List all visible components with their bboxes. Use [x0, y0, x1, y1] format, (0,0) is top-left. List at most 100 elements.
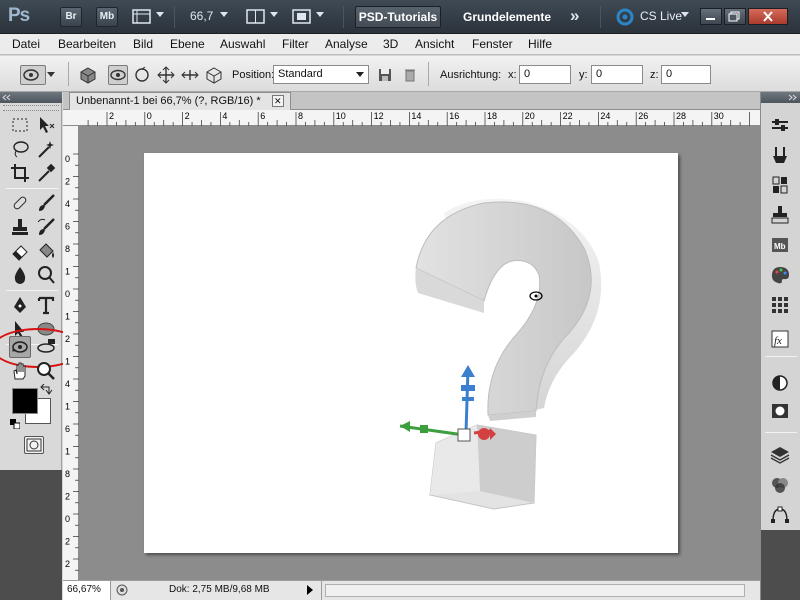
- properties-panel-icon[interactable]: [768, 114, 792, 136]
- ruler-label: 16: [449, 111, 459, 121]
- masks-panel-icon[interactable]: [768, 400, 792, 422]
- default-colors-icon[interactable]: [10, 418, 21, 430]
- toolbox-grip[interactable]: [3, 105, 59, 111]
- ruler-label: 2: [65, 537, 70, 547]
- mini-bridge-panel-icon[interactable]: Mb: [768, 234, 792, 256]
- document-canvas[interactable]: [144, 153, 678, 553]
- paint-bucket-tool-icon[interactable]: [35, 240, 57, 262]
- zoom-percentage-field[interactable]: 66,67%: [63, 581, 111, 600]
- eyedropper-tool-icon[interactable]: [35, 162, 57, 184]
- close-document-button[interactable]: ✕: [271, 95, 284, 107]
- workspace-grundelemente-button[interactable]: Grundelemente: [463, 10, 551, 24]
- vertical-ruler[interactable]: 0246810121416182022: [63, 126, 79, 580]
- paths-panel-icon[interactable]: [768, 504, 792, 526]
- document-tab[interactable]: Unbenannt-1 bei 66,7% (?, RGB/16) * ✕: [69, 92, 291, 110]
- rotate-3d-object-icon[interactable]: [108, 65, 128, 85]
- menu-3d[interactable]: 3D: [383, 37, 398, 51]
- slide-3d-object-icon[interactable]: [180, 65, 200, 85]
- dodge-tool-icon[interactable]: [35, 264, 57, 286]
- foreground-color-swatch[interactable]: [12, 388, 38, 414]
- zoom-level[interactable]: 66,7: [190, 9, 213, 23]
- tool-preset-picker[interactable]: [20, 65, 46, 85]
- cs-live-dropdown-icon[interactable]: [681, 12, 689, 17]
- menu-bearbeiten[interactable]: Bearbeiten: [58, 37, 116, 51]
- tool-preset-dropdown-icon[interactable]: [47, 72, 55, 77]
- menu-datei[interactable]: Datei: [12, 37, 40, 51]
- styles-panel-icon[interactable]: fx: [768, 328, 792, 350]
- menu-bild[interactable]: Bild: [133, 37, 153, 51]
- blur-tool-icon[interactable]: [9, 264, 31, 286]
- y-field[interactable]: 0: [591, 65, 643, 84]
- cs-live-button[interactable]: CS Live: [640, 9, 682, 23]
- clone-source-panel-icon[interactable]: [768, 204, 792, 226]
- menu-ansicht[interactable]: Ansicht: [415, 37, 454, 51]
- divider: [6, 290, 58, 291]
- preview-icon[interactable]: [115, 583, 129, 597]
- toolbox-header[interactable]: [0, 92, 62, 103]
- swatches-panel-icon[interactable]: [768, 294, 792, 316]
- ruler-label: 18: [487, 111, 497, 121]
- roll-3d-object-icon[interactable]: [132, 65, 152, 85]
- tool-presets-panel-icon[interactable]: [768, 144, 792, 166]
- z-field[interactable]: 0: [661, 65, 711, 84]
- lasso-tool-icon[interactable]: [9, 138, 31, 160]
- drag-3d-object-icon[interactable]: [156, 65, 176, 85]
- type-tool-icon[interactable]: [35, 294, 57, 316]
- launch-minibridge-button[interactable]: Mb: [96, 7, 118, 27]
- arrange-documents-icon[interactable]: [246, 8, 266, 25]
- launch-bridge-button[interactable]: Br: [60, 7, 82, 27]
- scale-3d-object-icon[interactable]: [204, 65, 224, 85]
- menu-fenster[interactable]: Fenster: [472, 37, 513, 51]
- brush-tool-icon[interactable]: [35, 192, 57, 214]
- hand-tool-icon[interactable]: [9, 360, 31, 382]
- move-tool-icon[interactable]: [35, 114, 57, 136]
- history-brush-tool-icon[interactable]: [35, 216, 57, 238]
- 3d-question-mark-artwork[interactable]: [144, 153, 678, 553]
- horizontal-scrollbar[interactable]: [325, 584, 745, 597]
- status-menu-arrow-icon[interactable]: [307, 585, 313, 595]
- zoom-dropdown-icon[interactable]: [220, 12, 228, 17]
- position-select[interactable]: Standard: [273, 65, 369, 84]
- save-position-icon[interactable]: [375, 65, 395, 85]
- minimize-window-button[interactable]: [700, 8, 722, 25]
- menu-filter[interactable]: Filter: [282, 37, 309, 51]
- delete-position-icon[interactable]: [400, 65, 420, 85]
- magic-wand-tool-icon[interactable]: [35, 138, 57, 160]
- crop-tool-icon[interactable]: [9, 162, 31, 184]
- quick-mask-button[interactable]: [24, 436, 44, 454]
- workspace-psd-tutorials-button[interactable]: PSD-Tutorials: [355, 6, 441, 28]
- menu-hilfe[interactable]: Hilfe: [528, 37, 552, 51]
- restore-window-button[interactable]: [724, 8, 746, 25]
- eraser-tool-icon[interactable]: [9, 240, 31, 262]
- swap-colors-icon[interactable]: [39, 383, 53, 396]
- horizontal-ruler[interactable]: 2 0 2 4 6 8 10 12 14 16 18 20 22 24 26 28 30: [63, 110, 760, 126]
- channels-panel-icon[interactable]: [768, 474, 792, 496]
- ruler-label: 0: [65, 289, 70, 299]
- close-window-button[interactable]: [748, 8, 788, 25]
- screen-mode-icon[interactable]: [292, 8, 312, 25]
- ruler-label: 6: [65, 424, 70, 434]
- clone-stamp-tool-icon[interactable]: [9, 216, 31, 238]
- adjustments-panel-icon[interactable]: [768, 372, 792, 394]
- pen-tool-icon[interactable]: [9, 294, 31, 316]
- layers-panel-icon[interactable]: [768, 444, 792, 466]
- menu-analyse[interactable]: Analyse: [325, 37, 368, 51]
- zoom-tool-icon[interactable]: [35, 360, 57, 382]
- x-field[interactable]: 0: [519, 65, 571, 84]
- screen-mode-dropdown-icon[interactable]: [316, 12, 324, 17]
- document-tab-title: Unbenannt-1 bei 66,7% (?, RGB/16) *: [76, 95, 261, 107]
- return-to-initial-position-icon[interactable]: [78, 65, 98, 85]
- menu-ebene[interactable]: Ebene: [170, 37, 205, 51]
- view-extras-dropdown-icon[interactable]: [156, 12, 164, 17]
- document-tab-bar: Unbenannt-1 bei 66,7% (?, RGB/16) * ✕: [63, 92, 760, 110]
- marquee-tool-icon[interactable]: [9, 114, 31, 136]
- cs-live-icon[interactable]: [616, 8, 634, 26]
- color-panel-icon[interactable]: [768, 264, 792, 286]
- dock-header[interactable]: [761, 92, 800, 103]
- arrange-dropdown-icon[interactable]: [270, 12, 278, 17]
- healing-brush-tool-icon[interactable]: [9, 192, 31, 214]
- view-extras-icon[interactable]: [132, 8, 152, 25]
- more-workspaces-button[interactable]: »: [570, 6, 579, 26]
- menu-auswahl[interactable]: Auswahl: [220, 37, 265, 51]
- layer-comps-panel-icon[interactable]: [768, 174, 792, 196]
